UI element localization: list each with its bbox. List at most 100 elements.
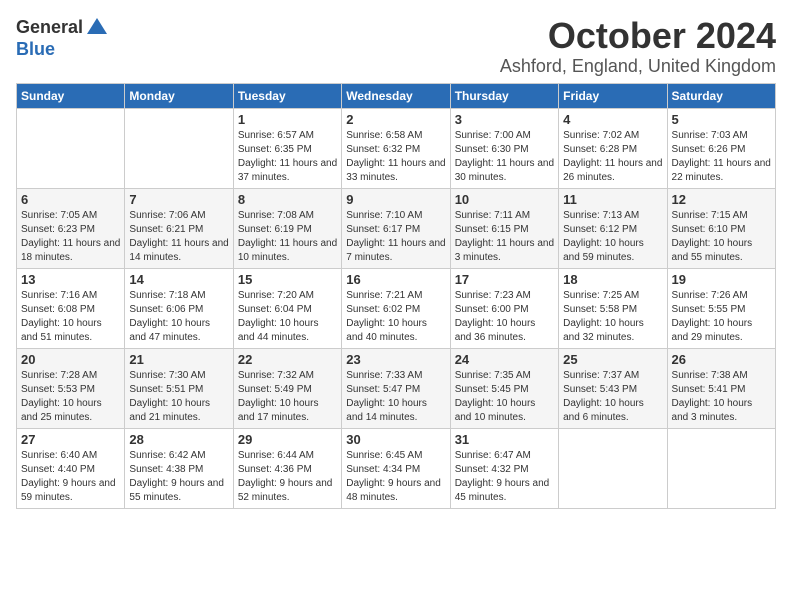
calendar-cell: 9Sunrise: 7:10 AM Sunset: 6:17 PM Daylig… <box>342 188 450 268</box>
day-number: 1 <box>238 112 337 127</box>
logo-icon <box>85 16 109 40</box>
day-number: 30 <box>346 432 445 447</box>
calendar-week-row: 20Sunrise: 7:28 AM Sunset: 5:53 PM Dayli… <box>17 348 776 428</box>
day-of-week-header: Friday <box>559 83 667 108</box>
day-of-week-header: Wednesday <box>342 83 450 108</box>
calendar-cell: 18 Sunrise: 7:25 AM Sunset: 5:58 PM Dayli… <box>559 268 667 348</box>
day-info: Sunrise: 6:42 AM Sunset: 4:38 PM Dayligh… <box>129 449 228 505</box>
day-info: Sunrise: 6:45 AM Sunset: 4:34 PM Dayligh… <box>346 449 445 505</box>
day-info: Sunrise: 7:16 AM Sunset: 6:08 PM Dayligh… <box>21 289 120 345</box>
day-info: Sunrise: 7:23 AM Sunset: 6:00 PM Dayligh… <box>455 289 554 345</box>
calendar-cell: 16 Sunrise: 7:21 AM Sunset: 6:02 PM Dayli… <box>342 268 450 348</box>
location-title: Ashford, England, United Kingdom <box>500 56 776 77</box>
day-info: Sunrise: 6:44 AM Sunset: 4:36 PM Dayligh… <box>238 449 337 505</box>
calendar-cell: 25 Sunrise: 7:37 AM Sunset: 5:43 PM Dayli… <box>559 348 667 428</box>
calendar-cell: 2 Sunrise: 6:58 AM Sunset: 6:32 PM Daylig… <box>342 108 450 188</box>
calendar-week-row: 27Sunrise: 6:40 AM Sunset: 4:40 PM Dayli… <box>17 428 776 508</box>
calendar-cell: 14Sunrise: 7:18 AM Sunset: 6:06 PM Dayli… <box>125 268 233 348</box>
day-of-week-header: Saturday <box>667 83 775 108</box>
day-info: Sunrise: 7:32 AM Sunset: 5:49 PM Dayligh… <box>238 369 337 425</box>
day-number: 17 <box>455 272 554 287</box>
calendar-cell: 3 Sunrise: 7:00 AM Sunset: 6:30 PM Daylig… <box>450 108 558 188</box>
day-of-week-header: Sunday <box>17 83 125 108</box>
day-info: Sunrise: 7:08 AM Sunset: 6:19 PM Dayligh… <box>238 209 337 265</box>
day-number: 23 <box>346 352 445 367</box>
title-area: October 2024 Ashford, England, United Ki… <box>500 16 776 77</box>
day-info: Sunrise: 7:33 AM Sunset: 5:47 PM Dayligh… <box>346 369 445 425</box>
calendar-cell <box>17 108 125 188</box>
calendar-cell: 31 Sunrise: 6:47 AM Sunset: 4:32 PM Dayli… <box>450 428 558 508</box>
day-number: 15 <box>238 272 337 287</box>
day-number: 21 <box>129 352 228 367</box>
day-info: Sunrise: 6:58 AM Sunset: 6:32 PM Dayligh… <box>346 129 445 185</box>
month-title: October 2024 <box>500 16 776 56</box>
calendar-cell: 20Sunrise: 7:28 AM Sunset: 5:53 PM Dayli… <box>17 348 125 428</box>
day-number: 19 <box>672 272 771 287</box>
calendar-week-row: 6 Sunrise: 7:05 AM Sunset: 6:23 PM Daylig… <box>17 188 776 268</box>
calendar-week-row: 1 Sunrise: 6:57 AM Sunset: 6:35 PM Daylig… <box>17 108 776 188</box>
day-number: 16 <box>346 272 445 287</box>
day-number: 31 <box>455 432 554 447</box>
day-number: 28 <box>129 432 228 447</box>
day-info: Sunrise: 7:00 AM Sunset: 6:30 PM Dayligh… <box>455 129 554 185</box>
day-info: Sunrise: 7:30 AM Sunset: 5:51 PM Dayligh… <box>129 369 228 425</box>
calendar-cell: 12Sunrise: 7:15 AM Sunset: 6:10 PM Dayli… <box>667 188 775 268</box>
day-number: 11 <box>563 192 662 207</box>
calendar-cell: 15 Sunrise: 7:20 AM Sunset: 6:04 PM Dayli… <box>233 268 341 348</box>
day-number: 5 <box>672 112 771 127</box>
day-number: 26 <box>672 352 771 367</box>
logo-text: General Blue <box>16 16 109 60</box>
day-number: 8 <box>238 192 337 207</box>
calendar-cell: 28 Sunrise: 6:42 AM Sunset: 4:38 PM Dayli… <box>125 428 233 508</box>
day-info: Sunrise: 6:47 AM Sunset: 4:32 PM Dayligh… <box>455 449 554 505</box>
calendar-cell: 24 Sunrise: 7:35 AM Sunset: 5:45 PM Dayli… <box>450 348 558 428</box>
calendar-cell: 5Sunrise: 7:03 AM Sunset: 6:26 PM Daylig… <box>667 108 775 188</box>
calendar-cell: 21 Sunrise: 7:30 AM Sunset: 5:51 PM Dayli… <box>125 348 233 428</box>
day-info: Sunrise: 7:13 AM Sunset: 6:12 PM Dayligh… <box>563 209 662 265</box>
calendar-cell: 13 Sunrise: 7:16 AM Sunset: 6:08 PM Dayli… <box>17 268 125 348</box>
day-info: Sunrise: 7:21 AM Sunset: 6:02 PM Dayligh… <box>346 289 445 345</box>
day-info: Sunrise: 7:35 AM Sunset: 5:45 PM Dayligh… <box>455 369 554 425</box>
calendar-table: SundayMondayTuesdayWednesdayThursdayFrid… <box>16 83 776 509</box>
day-number: 27 <box>21 432 120 447</box>
day-number: 3 <box>455 112 554 127</box>
calendar-cell: 4 Sunrise: 7:02 AM Sunset: 6:28 PM Daylig… <box>559 108 667 188</box>
calendar-week-row: 13 Sunrise: 7:16 AM Sunset: 6:08 PM Dayli… <box>17 268 776 348</box>
day-number: 4 <box>563 112 662 127</box>
calendar-cell <box>125 108 233 188</box>
calendar-cell: 19 Sunrise: 7:26 AM Sunset: 5:55 PM Dayli… <box>667 268 775 348</box>
day-number: 18 <box>563 272 662 287</box>
day-of-week-header: Tuesday <box>233 83 341 108</box>
calendar-cell: 10Sunrise: 7:11 AM Sunset: 6:15 PM Dayli… <box>450 188 558 268</box>
calendar-cell: 23 Sunrise: 7:33 AM Sunset: 5:47 PM Dayli… <box>342 348 450 428</box>
day-number: 20 <box>21 352 120 367</box>
day-number: 25 <box>563 352 662 367</box>
logo-blue: Blue <box>16 40 109 60</box>
calendar-cell: 27Sunrise: 6:40 AM Sunset: 4:40 PM Dayli… <box>17 428 125 508</box>
day-number: 29 <box>238 432 337 447</box>
logo-general: General <box>16 18 83 38</box>
calendar-cell: 6 Sunrise: 7:05 AM Sunset: 6:23 PM Daylig… <box>17 188 125 268</box>
day-number: 24 <box>455 352 554 367</box>
day-number: 6 <box>21 192 120 207</box>
calendar-cell <box>559 428 667 508</box>
day-number: 14 <box>129 272 228 287</box>
day-info: Sunrise: 7:26 AM Sunset: 5:55 PM Dayligh… <box>672 289 771 345</box>
calendar-cell: 29 Sunrise: 6:44 AM Sunset: 4:36 PM Dayli… <box>233 428 341 508</box>
day-info: Sunrise: 7:06 AM Sunset: 6:21 PM Dayligh… <box>129 209 228 265</box>
day-info: Sunrise: 7:02 AM Sunset: 6:28 PM Dayligh… <box>563 129 662 185</box>
logo: General Blue <box>16 16 109 60</box>
day-number: 2 <box>346 112 445 127</box>
calendar-cell: 11 Sunrise: 7:13 AM Sunset: 6:12 PM Dayli… <box>559 188 667 268</box>
day-number: 10 <box>455 192 554 207</box>
calendar-cell: 7Sunrise: 7:06 AM Sunset: 6:21 PM Daylig… <box>125 188 233 268</box>
day-info: Sunrise: 7:37 AM Sunset: 5:43 PM Dayligh… <box>563 369 662 425</box>
day-info: Sunrise: 7:25 AM Sunset: 5:58 PM Dayligh… <box>563 289 662 345</box>
day-number: 12 <box>672 192 771 207</box>
day-number: 13 <box>21 272 120 287</box>
calendar-cell: 1 Sunrise: 6:57 AM Sunset: 6:35 PM Daylig… <box>233 108 341 188</box>
day-info: Sunrise: 7:20 AM Sunset: 6:04 PM Dayligh… <box>238 289 337 345</box>
day-info: Sunrise: 7:05 AM Sunset: 6:23 PM Dayligh… <box>21 209 120 265</box>
calendar-cell: 8 Sunrise: 7:08 AM Sunset: 6:19 PM Daylig… <box>233 188 341 268</box>
day-info: Sunrise: 6:57 AM Sunset: 6:35 PM Dayligh… <box>238 129 337 185</box>
